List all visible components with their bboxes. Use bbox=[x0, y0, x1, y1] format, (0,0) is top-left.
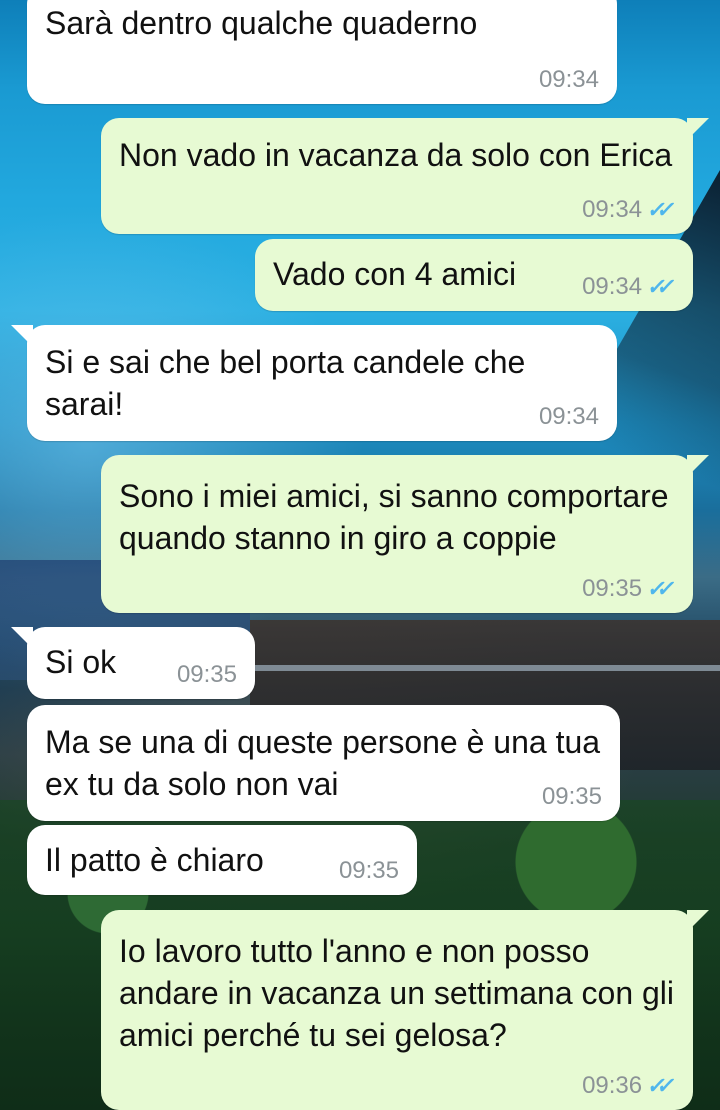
message-meta: 09:35 bbox=[177, 661, 237, 689]
message-meta: 09:34 ✓✓ bbox=[582, 273, 675, 301]
message-bubble-outgoing[interactable]: Vado con 4 amici 09:34 ✓✓ bbox=[255, 239, 693, 311]
message-text: Ma se una di queste persone è una tua ex… bbox=[45, 724, 601, 802]
message-time: 09:36 bbox=[582, 1072, 643, 1099]
message-time: 09:35 bbox=[582, 575, 643, 602]
message-meta: 09:34 bbox=[539, 403, 599, 431]
message-bubble-outgoing[interactable]: Non vado in vacanza da solo con Erica 09… bbox=[101, 118, 709, 234]
message-time: 09:34 bbox=[538, 66, 599, 93]
message-bubble-incoming[interactable]: Si ok 09:35 bbox=[11, 627, 255, 699]
wallpaper-railing bbox=[250, 665, 720, 671]
message-bubble-outgoing[interactable]: Io lavoro tutto l'anno e non posso andar… bbox=[101, 910, 709, 1110]
double-check-icon: ✓✓ bbox=[645, 274, 670, 299]
message-text: Sarà dentro qualche quaderno bbox=[45, 5, 478, 41]
double-check-icon: ✓✓ bbox=[645, 197, 670, 222]
message-text: Io lavoro tutto l'anno e non posso andar… bbox=[119, 933, 675, 1053]
double-check-icon: ✓✓ bbox=[645, 1073, 670, 1098]
message-bubble-incoming[interactable]: Sarà dentro qualche quaderno 09:34 bbox=[27, 0, 617, 104]
message-meta: 09:36 ✓✓ bbox=[582, 1072, 675, 1100]
message-time: 09:34 bbox=[582, 273, 643, 300]
message-text: Sono i miei amici, si sanno comportare q… bbox=[119, 478, 669, 556]
message-bubble-incoming[interactable]: Il patto è chiaro 09:35 bbox=[27, 825, 417, 895]
message-time: 09:35 bbox=[176, 661, 237, 688]
message-text: Non vado in vacanza da solo con Erica bbox=[119, 137, 673, 173]
message-meta: 09:35 ✓✓ bbox=[582, 575, 675, 603]
message-bubble-incoming[interactable]: Si e sai che bel porta candele che sarai… bbox=[11, 325, 617, 441]
message-text: Si e sai che bel porta candele che sarai… bbox=[45, 344, 526, 422]
message-meta: 09:34 ✓✓ bbox=[582, 196, 675, 224]
message-meta: 09:35 bbox=[339, 857, 399, 885]
double-check-icon: ✓✓ bbox=[645, 576, 670, 601]
message-meta: 09:34 bbox=[539, 66, 599, 94]
message-bubble-outgoing[interactable]: Sono i miei amici, si sanno comportare q… bbox=[101, 455, 709, 613]
message-time: 09:35 bbox=[338, 857, 399, 884]
message-time: 09:34 bbox=[582, 196, 643, 223]
message-bubble-incoming[interactable]: Ma se una di queste persone è una tua ex… bbox=[27, 705, 620, 821]
message-meta: 09:35 bbox=[542, 783, 602, 811]
message-time: 09:35 bbox=[541, 783, 602, 810]
message-time: 09:34 bbox=[538, 403, 599, 430]
